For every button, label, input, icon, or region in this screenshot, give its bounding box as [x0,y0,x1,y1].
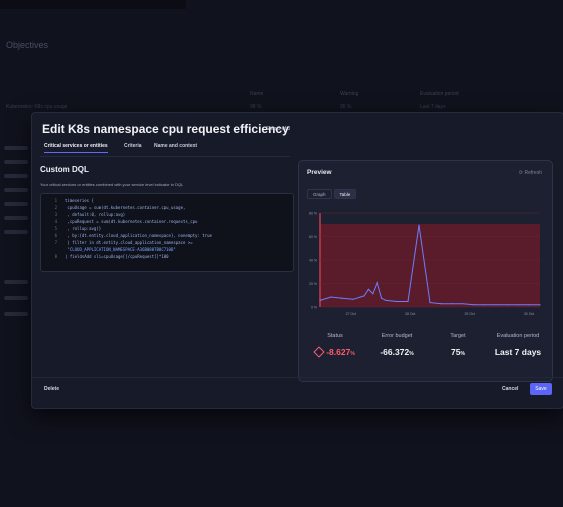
background-cell: Last 7 days [420,104,446,110]
metric-error-budget: Error budget -66.372% [367,333,427,357]
refresh-icon: ⟳ [518,170,524,176]
edit-objective-modal: Edit K8s namespace cpu request efficienc… [31,112,563,409]
background-cell: Kubernetes: K8s cpu usage [6,104,68,110]
metric-value: Last 7 days [494,347,542,357]
cancel-button[interactable]: Cancel [502,386,518,392]
tabs-divider [40,156,290,157]
y-tick-label: 20 % [309,282,317,286]
background-cell: 95 % [340,104,352,110]
data-point [506,304,508,306]
data-point [319,299,321,301]
background-sidebar-item [4,174,28,178]
data-point [376,282,378,284]
y-tick-label: 80 % [309,212,317,216]
background-sidebar-item [4,312,28,316]
metric-label: Target [450,333,466,339]
data-point [381,297,383,299]
metric-target: Target 75% [443,333,473,357]
data-point [367,288,369,290]
code-line: 2 cpuUsage = sum(dt.kubernetes.container… [54,205,186,210]
background-sidebar-item [4,230,28,234]
background-sidebar-item [4,280,28,284]
data-point [473,304,475,306]
x-tick-label: 27 Oct [346,312,356,316]
metric-status: Status -8.627% [313,333,355,358]
metric-label: Error budget [381,333,413,339]
background-sidebar-item [4,146,28,150]
metric-value: -66.372% [380,347,414,357]
data-point [385,299,387,301]
preview-title: Preview [307,169,332,176]
background-sidebar-item [4,202,28,206]
data-point [363,295,365,297]
refresh-label: Refresh [524,170,542,176]
toggle-table[interactable]: Table [333,189,357,199]
metric-value: 75% [451,347,465,357]
data-point [372,293,374,295]
tab-criteria[interactable]: Criteria [124,143,142,152]
code-line: 8 | fieldsAdd sli=cpuUsage[]/cpuRequest[]… [54,254,169,259]
y-tick-label: 0 % [311,306,317,310]
code-line: 7 | filter in dt.entity.cloud_applicatio… [54,240,193,245]
background-header: Evaluation period [420,91,459,97]
background-sidebar-item [4,216,28,220]
x-tick-label: 28 Oct [405,312,415,316]
save-button[interactable]: Save [530,383,552,395]
code-line: 6 , by:{dt.entity.cloud_application_name… [54,233,212,238]
data-point [418,224,420,226]
data-point [341,297,343,299]
code-line: 5 , rollup:avg)} [54,226,102,231]
code-line: 4 ,cpuRequest = sum(dt.kubernetes.contai… [54,219,198,224]
x-tick-label: 29 Oct [464,312,474,316]
data-point [396,300,398,303]
data-point [440,303,442,305]
preview-panel: Preview ⟳ Refresh Graph Table 80 % 60 % 40… [298,160,553,382]
metric-evaluation-period: Evaluation period Last 7 days [485,333,551,357]
data-point [528,304,530,306]
background-sidebar-item [4,296,28,300]
background-cell: 98 % [250,104,262,110]
data-point [407,300,409,303]
view-toggle: Graph Table [307,189,357,199]
data-point [484,304,486,306]
metric-label: Evaluation period [496,333,540,339]
code-line: 3 , default:0, rollup:avg) [54,212,126,217]
refresh-button[interactable]: ⟳ Refresh [519,170,542,176]
preview-chart: 80 % 60 % 40 % 20 % 0 % 27 Oct 28 Oct 29 Oct 30 … [309,212,541,316]
footer-divider [32,377,563,378]
metric-label: Status [327,333,343,339]
toggle-graph[interactable]: Graph [307,189,332,199]
background-header: Name [250,91,264,97]
background-sidebar-item [4,188,28,192]
code-line: 1 timeseries { [54,198,94,203]
background-page-title: Objectives [6,40,49,50]
data-point [330,296,332,298]
delete-button[interactable]: Delete [44,386,59,392]
data-point [451,303,453,305]
status-warning-icon [313,346,325,358]
data-point [352,298,354,300]
section-description: Your critical services or entities combi… [40,182,184,187]
metrics-row: Status -8.627% Error budget -66.372% Tar… [307,333,547,373]
data-point [517,304,519,306]
code-line: "CLOUD_APPLICATION_NAMESPACE-A36B0887B8C… [65,247,176,252]
data-point [539,304,541,306]
section-title: Custom DQL [40,165,89,174]
background-header: Warning [340,91,359,97]
background-sidebar-item [4,160,28,164]
y-tick-label: 40 % [309,259,317,263]
metric-value: -8.627% [313,346,355,358]
x-tick-label: 30 Oct [524,312,534,316]
background-topbar [0,0,186,9]
dql-code-editor[interactable]: 1 timeseries { 2 cpuUsage = sum(dt.kuberne… [40,193,294,272]
data-point [429,301,431,304]
data-point [462,303,464,305]
tab-critical-services[interactable]: Critical services or entities [44,143,108,153]
modal-title: Edit K8s namespace cpu request efficienc… [42,122,289,136]
data-point [495,304,497,306]
tab-name-and-context[interactable]: Name and context [154,143,197,152]
step-indicator: Step 1 of 3 [266,126,291,132]
y-tick-label: 60 % [309,235,317,239]
